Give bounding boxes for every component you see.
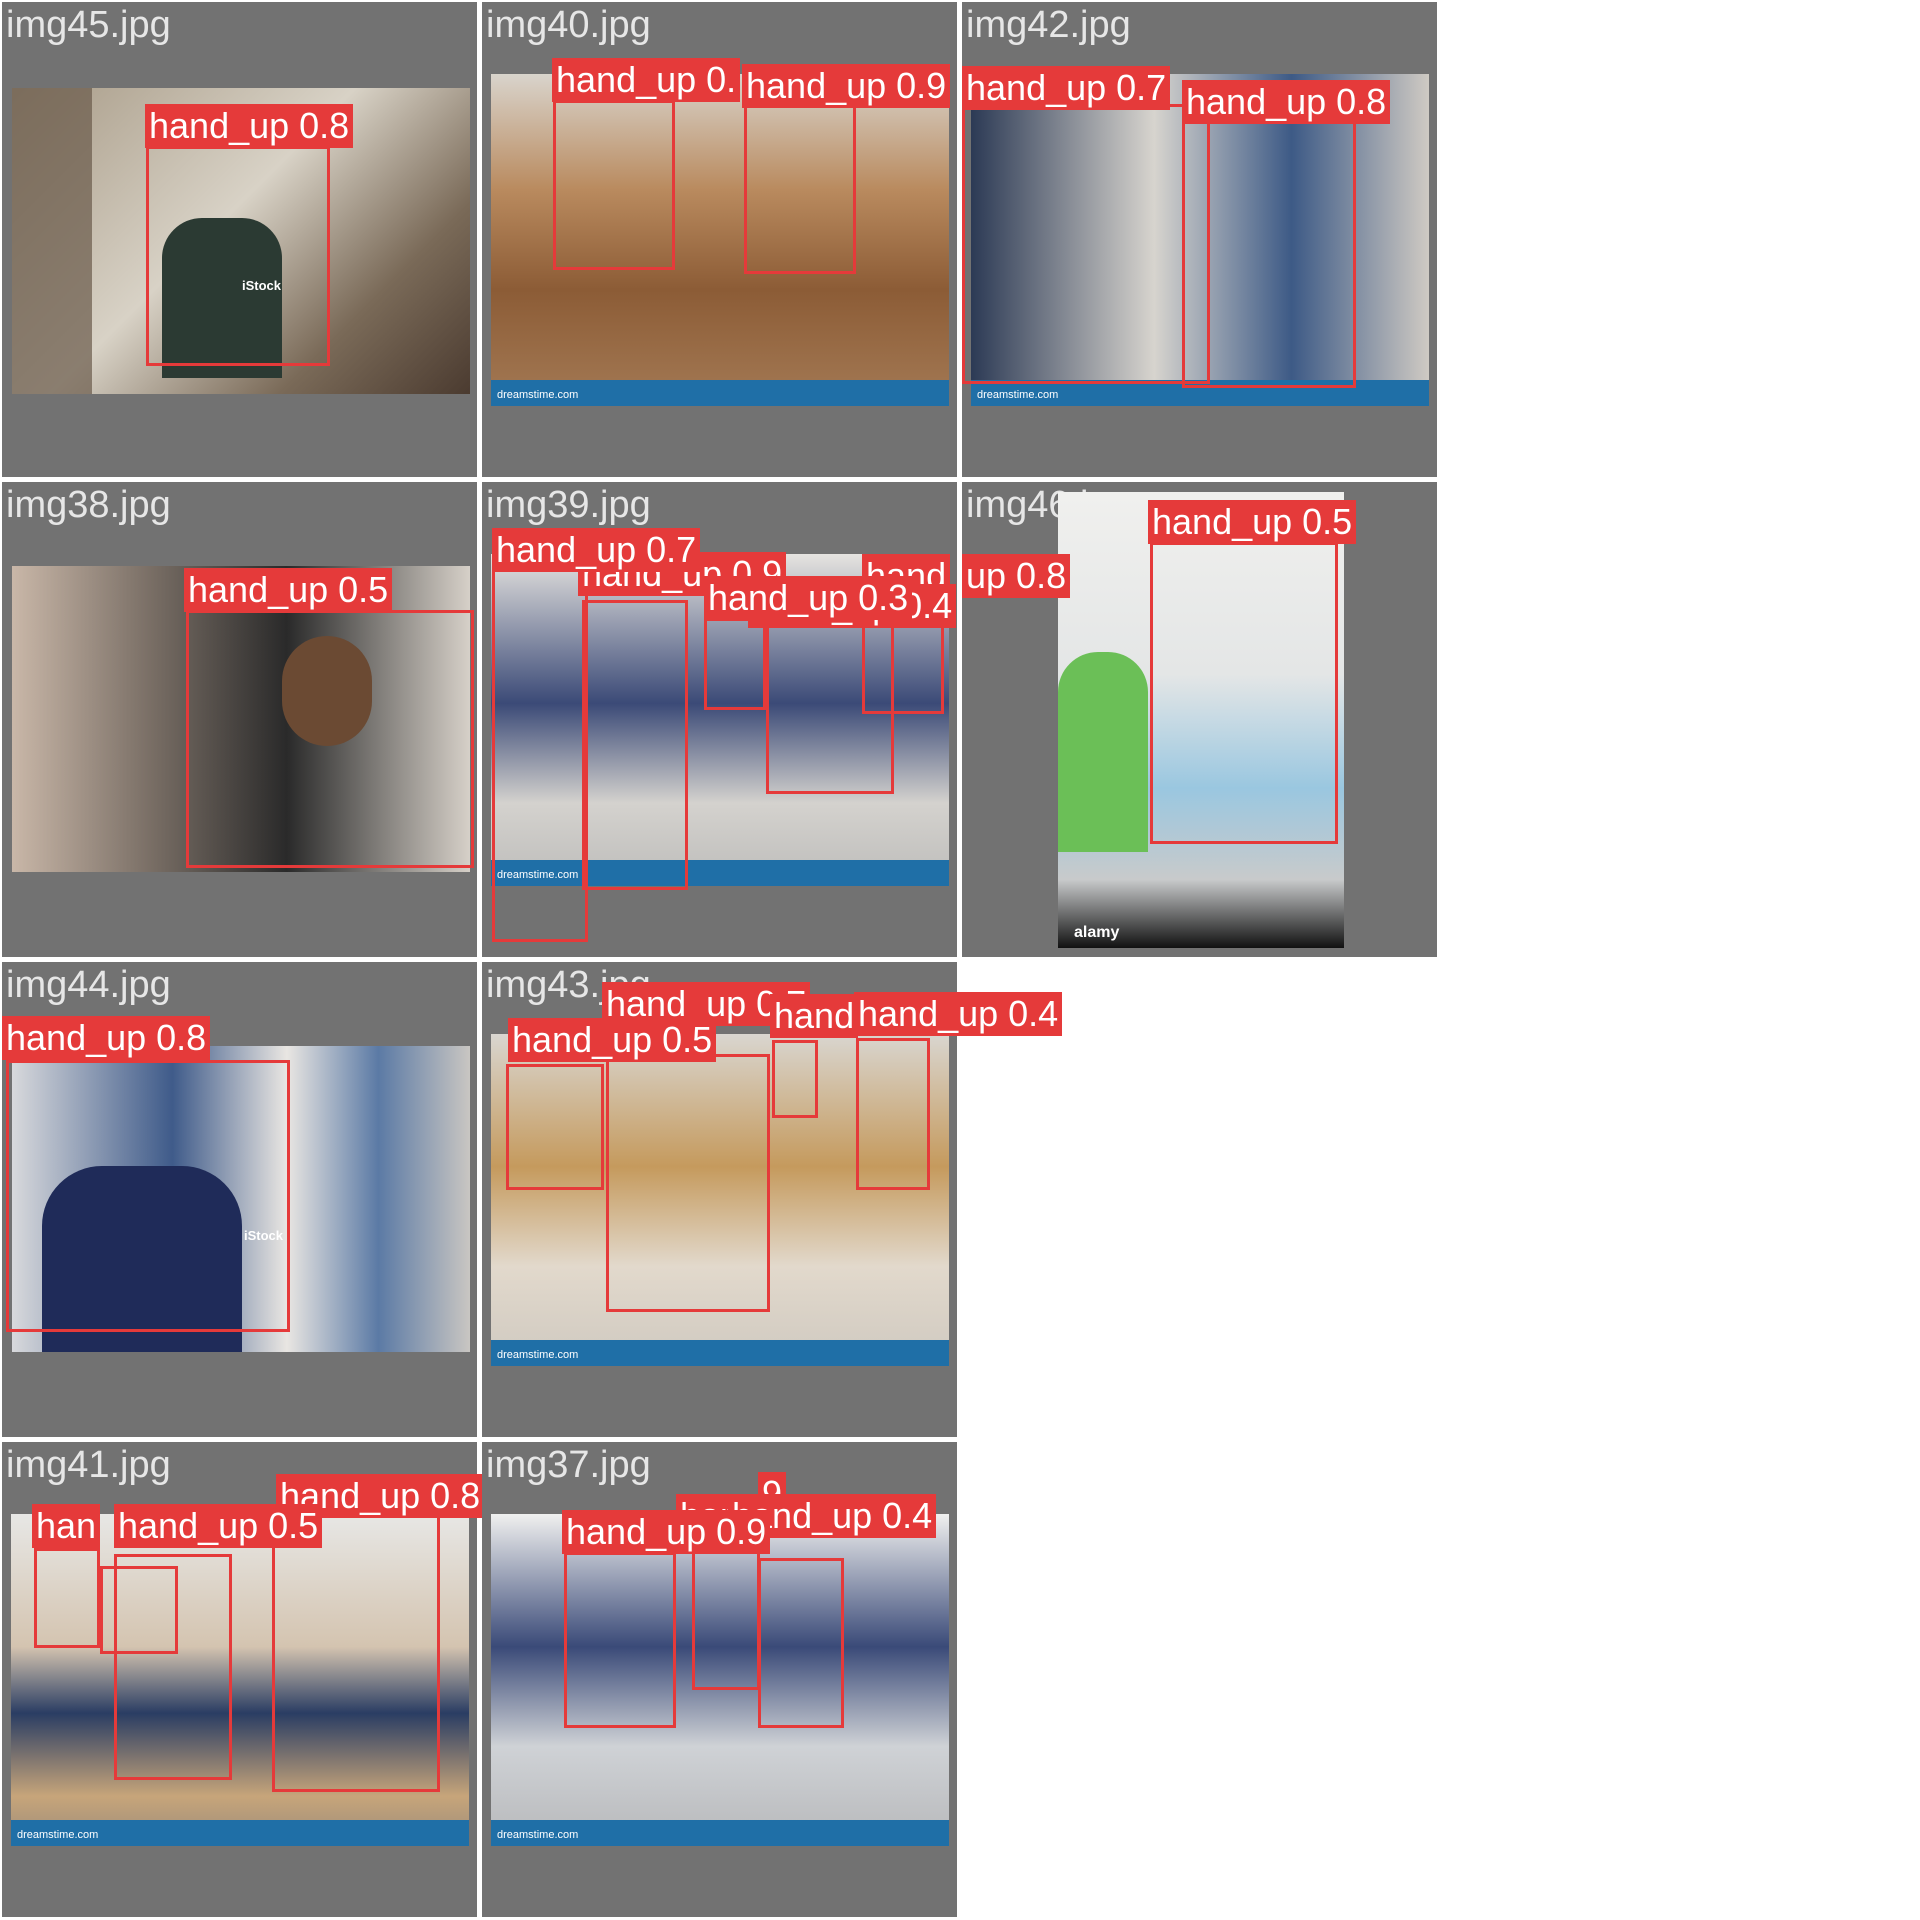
detection-box bbox=[692, 1544, 760, 1690]
detection-label: hand_up 0.5 bbox=[114, 1504, 323, 1548]
watermark-bar: dreamstime.com bbox=[491, 1340, 949, 1366]
detection-box bbox=[582, 600, 688, 890]
detection-box bbox=[272, 1512, 440, 1792]
detection-box bbox=[100, 1566, 178, 1654]
detection-label: hand_up 0.9 bbox=[562, 1510, 771, 1554]
detection-box bbox=[506, 1064, 604, 1190]
detection-box bbox=[962, 104, 1210, 384]
detection-label: hand_up 0.5 bbox=[184, 568, 393, 612]
tile-filename: img45.jpg bbox=[6, 4, 171, 46]
detection-label: han bbox=[32, 1504, 101, 1548]
tile-filename: img41.jpg bbox=[6, 1444, 171, 1486]
detection-box bbox=[1150, 542, 1338, 844]
image-tile-img41[interactable]: img41.jpg dreamstime.com hand_up 0.8 han… bbox=[2, 1442, 485, 1917]
tile-filename: img38.jpg bbox=[6, 484, 171, 526]
tile-filename: img44.jpg bbox=[6, 964, 171, 1006]
detection-box bbox=[772, 1040, 818, 1118]
detection-box bbox=[744, 104, 856, 274]
image-tile-img38[interactable]: img38.jpg hand_up 0.5 bbox=[2, 482, 477, 957]
tile-filename: img42.jpg bbox=[966, 4, 1131, 46]
alamy-watermark: alamy bbox=[1074, 924, 1120, 941]
detection-label: hand_up 0.5 bbox=[508, 1018, 717, 1062]
detection-label: hand_up 0.4 bbox=[854, 992, 1063, 1036]
detection-box bbox=[1182, 120, 1356, 388]
detection-box bbox=[553, 100, 675, 270]
detection-box bbox=[146, 146, 330, 366]
detection-label: up 0.8 bbox=[962, 554, 1071, 598]
detection-box bbox=[564, 1552, 676, 1728]
detection-box bbox=[34, 1548, 100, 1648]
detection-label: hand_up 0.5 bbox=[1148, 500, 1357, 544]
detection-label: hand_up 0.3 bbox=[704, 576, 913, 620]
detection-label: hand_up 0.8 bbox=[2, 1016, 211, 1060]
detection-label: hand_up 0.8 bbox=[1182, 80, 1391, 124]
detection-box bbox=[856, 1038, 930, 1190]
detection-box bbox=[704, 618, 766, 710]
detection-box bbox=[758, 1558, 844, 1728]
detection-box bbox=[606, 1054, 770, 1312]
watermark-bar: dreamstime.com bbox=[11, 1820, 469, 1846]
detection-label: hand bbox=[770, 994, 859, 1038]
detection-box bbox=[186, 610, 474, 868]
detection-label: hand_up 0.7 bbox=[962, 66, 1171, 110]
detection-label: hand_up 0. bbox=[552, 58, 741, 102]
detection-box bbox=[6, 1060, 290, 1332]
watermark-bar: dreamstime.com bbox=[491, 380, 949, 406]
image-tile-img45[interactable]: img45.jpg iStock hand_up 0.8 bbox=[2, 2, 477, 477]
detection-box bbox=[492, 568, 588, 942]
tile-filename: img40.jpg bbox=[486, 4, 651, 46]
watermark-bar: dreamstime.com bbox=[491, 1820, 949, 1846]
image-tile-img44[interactable]: img44.jpg iStock hand_up 0.8 bbox=[2, 962, 477, 1437]
image-tile-img40[interactable]: img40.jpg dreamstime.com hand_up 0. hand… bbox=[482, 2, 957, 477]
image-tile-img46[interactable]: img46.jpg alamy up 0.8 hand_up 0.5 bbox=[962, 482, 1437, 957]
detection-label: hand_up 0.7 bbox=[492, 528, 701, 572]
image-tile-img43[interactable]: img43.jpg dreamstime.com hand_up 0.7 han… bbox=[482, 962, 1063, 1437]
detection-label: hand_up 0.9 bbox=[742, 64, 951, 108]
tile-filename: img39.jpg bbox=[486, 484, 651, 526]
detection-label: hand_up 0.8 bbox=[145, 104, 354, 148]
image-tile-img42[interactable]: img42.jpg dreamstime.com hand_up 0.7 han… bbox=[962, 2, 1437, 477]
image-tile-img37[interactable]: img37.jpg dreamstime.com 9 har hand_up 0… bbox=[482, 1442, 957, 1917]
detection-box bbox=[862, 622, 944, 714]
tile-filename: img37.jpg bbox=[486, 1444, 651, 1486]
image-tile-img39[interactable]: img39.jpg dreamstime.com hand_up 0.9 han… bbox=[482, 482, 957, 957]
